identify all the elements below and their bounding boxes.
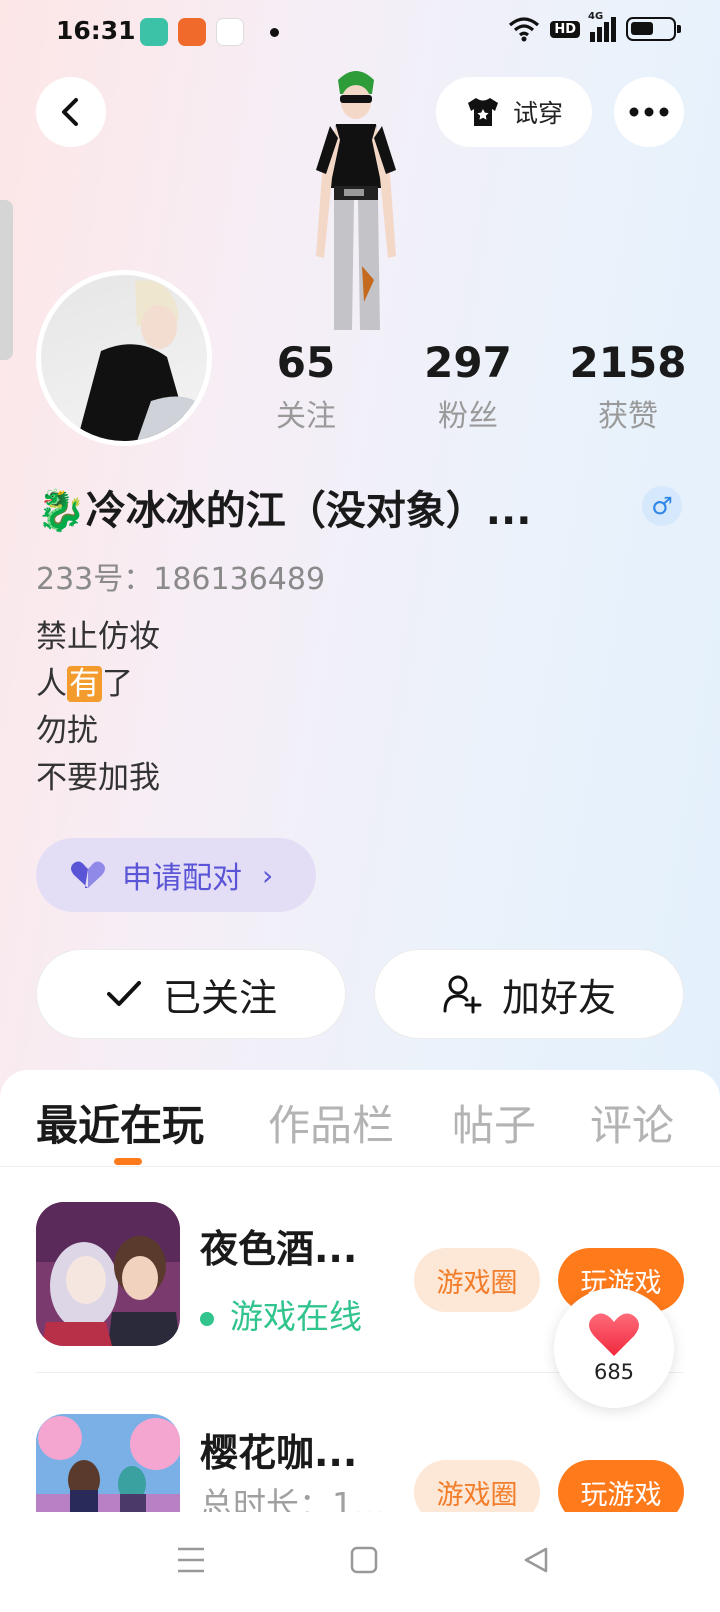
battery-icon [626, 17, 681, 41]
more-notifications-dot [270, 28, 279, 37]
game-status-label: 游戏在线 [230, 1297, 362, 1336]
try-on-button[interactable]: 试穿 [436, 77, 592, 147]
heart-icon [589, 1313, 639, 1356]
tab-recently-played[interactable]: 最近在玩 [36, 1092, 204, 1153]
apply-match-label: 申请配对 [122, 861, 242, 896]
try-on-label: 试穿 [512, 99, 563, 128]
stat-value: 297 [424, 338, 512, 387]
status-time: 16:31 [56, 16, 136, 45]
tab-posts[interactable]: 帖子 [452, 1092, 536, 1153]
tshirt-icon [467, 98, 498, 126]
game-cover-image [36, 1414, 180, 1514]
game-title[interactable]: 樱花咖... [200, 1422, 357, 1477]
tab-divider [0, 1166, 720, 1167]
game-icon[interactable] [36, 1414, 180, 1514]
following-button[interactable]: 已关注 [36, 949, 346, 1039]
add-friend-label: 加好友 [501, 975, 616, 1020]
avatar-illustration [77, 280, 199, 441]
signal-icon: 4G [588, 11, 616, 42]
more-horizontal-icon [629, 107, 669, 117]
network-type-label: 4G [588, 10, 604, 22]
back-button[interactable] [36, 77, 106, 147]
game-circle-button[interactable]: 游戏圈 [414, 1248, 540, 1312]
avatar-3d-figure[interactable] [300, 66, 412, 330]
stat-label: 关注 [276, 399, 336, 434]
profile-avatar[interactable] [36, 270, 212, 446]
user-id[interactable]: 233号：186136489 [36, 554, 325, 598]
stat-label: 粉丝 [438, 399, 498, 434]
tab-works[interactable]: 作品栏 [268, 1092, 394, 1153]
status-bar: 16:31 HD 4G [0, 0, 720, 64]
home-icon[interactable] [350, 1546, 378, 1574]
active-tab-indicator [114, 1158, 142, 1165]
wifi-icon [509, 17, 540, 42]
system-navigation-bar [0, 1512, 720, 1612]
like-count: 685 [593, 1360, 635, 1384]
add-user-icon [443, 975, 482, 1014]
chevron-right-icon: › [262, 858, 274, 892]
have-emoji-icon: 有 [67, 666, 102, 702]
add-friend-button[interactable]: 加好友 [374, 949, 684, 1039]
avatar-image [41, 275, 207, 441]
double-heart-icon [71, 861, 105, 888]
bio-line: 勿扰 [36, 713, 98, 749]
stat-following[interactable]: 65 关注 [236, 338, 376, 435]
online-status-dot [200, 1311, 214, 1326]
bio-line: 不要加我 [36, 760, 160, 796]
back-nav-icon[interactable] [522, 1546, 550, 1574]
apply-match-button[interactable]: 申请配对 › [36, 838, 316, 912]
game-cover-image [36, 1202, 180, 1346]
stat-likes[interactable]: 2158 获赞 [558, 338, 698, 435]
notification-app-icon [216, 18, 244, 46]
status-indicators: HD 4G [508, 11, 681, 42]
like-float-button[interactable]: 685 [554, 1288, 674, 1408]
chevron-left-icon [62, 98, 78, 126]
stat-value: 2158 [569, 338, 687, 387]
bio-text: 人 [36, 666, 67, 702]
following-label: 已关注 [162, 975, 277, 1020]
bio-text: 了 [102, 666, 133, 702]
stat-followers[interactable]: 297 粉丝 [398, 338, 538, 435]
menu-icon[interactable] [176, 1546, 206, 1574]
game-icon[interactable] [36, 1202, 180, 1346]
bio-line: 禁止仿妆 [36, 619, 160, 655]
notification-app-icon [140, 18, 168, 46]
bio-line: 人有了 [36, 661, 160, 708]
game-status: 游戏在线 [200, 1290, 362, 1338]
game-title[interactable]: 夜色酒... [200, 1218, 357, 1273]
stat-value: 65 [276, 338, 336, 387]
profile-nickname: 🐉冷冰冰的江（没对象）... [36, 488, 532, 534]
side-drawer-handle[interactable] [0, 200, 13, 360]
more-button[interactable] [614, 77, 684, 147]
tab-comments[interactable]: 评论 [590, 1092, 674, 1153]
profile-bio: 禁止仿妆 人有了 勿扰 不要加我 [36, 614, 160, 802]
hd-badge: HD [550, 20, 580, 38]
male-gender-icon: ♂ [642, 486, 682, 526]
notification-app-icon [178, 18, 206, 46]
stat-label: 获赞 [598, 399, 658, 434]
check-icon [106, 981, 141, 1006]
